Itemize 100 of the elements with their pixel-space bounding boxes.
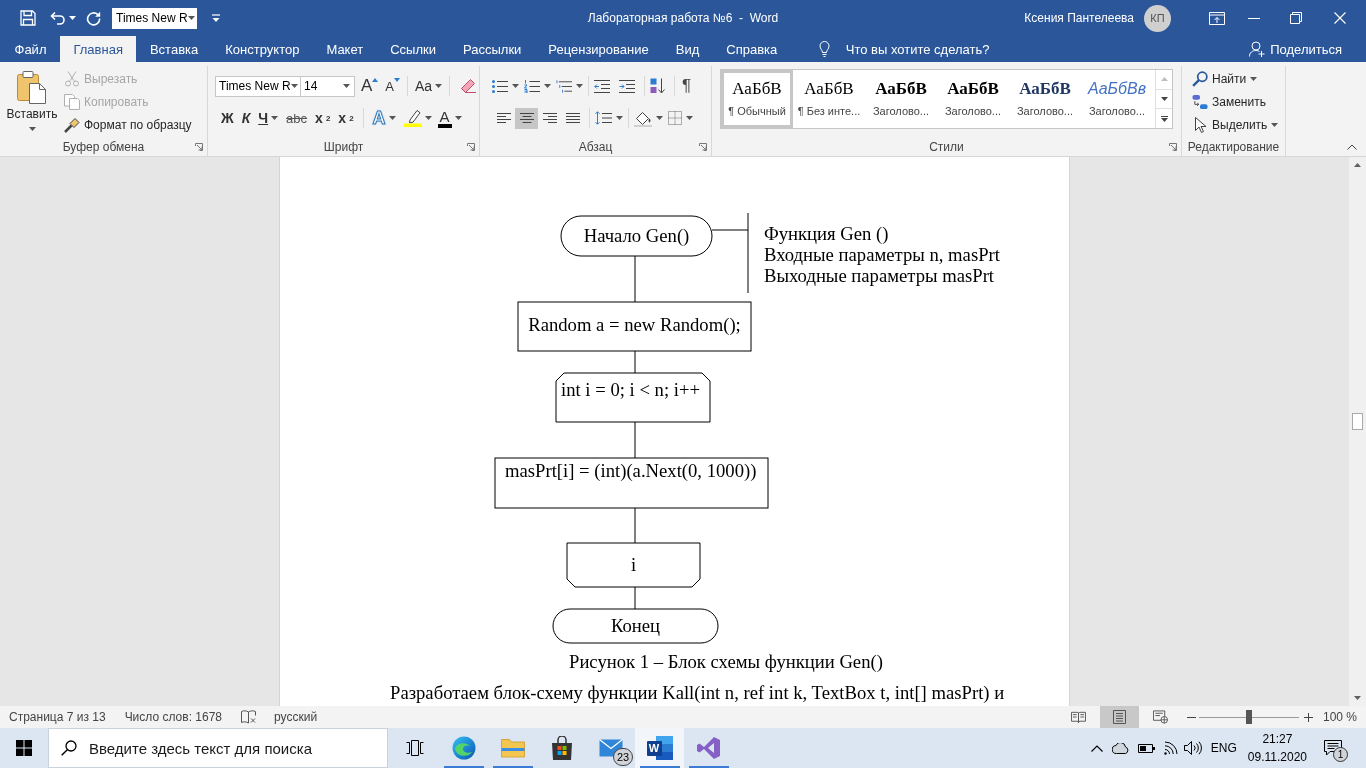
save-icon[interactable] <box>20 10 36 26</box>
ribbon-tab[interactable]: Справка <box>712 36 791 62</box>
ribbon-tab[interactable]: Рассылки <box>449 36 535 62</box>
repeat-icon[interactable] <box>86 10 101 26</box>
style-item[interactable]: АаБбВв Заголово... <box>1081 70 1153 128</box>
windows-logo-icon[interactable] <box>16 740 32 756</box>
zoom-level[interactable]: 100 % <box>1322 710 1357 724</box>
restore-icon[interactable] <box>1290 12 1302 24</box>
group-label: Редактирование <box>1187 140 1280 154</box>
bullet-list-icon[interactable] <box>492 79 508 93</box>
customize-icon[interactable] <box>212 13 220 23</box>
wifi-icon[interactable] <box>1163 741 1178 755</box>
lightbulb-icon[interactable] <box>818 41 830 57</box>
user-name[interactable]: Ксения Пантелеева <box>1024 11 1134 25</box>
align-center-button[interactable] <box>515 107 538 129</box>
scroll-down-icon[interactable] <box>1354 696 1361 700</box>
scrollbar-thumb[interactable] <box>1352 413 1363 430</box>
triangle-up-icon <box>372 78 379 82</box>
dialog-launcher-icon[interactable] <box>195 143 203 151</box>
print-layout-button[interactable] <box>1099 706 1139 728</box>
caret-down-icon[interactable] <box>544 84 551 88</box>
proofing-icon[interactable] <box>241 710 257 724</box>
change-case-button[interactable]: Aa <box>413 75 445 97</box>
word-count[interactable]: Число слов: 1678 <box>124 710 223 724</box>
cloud-icon[interactable] <box>1111 742 1130 754</box>
strikethrough-button[interactable]: abc <box>282 107 312 129</box>
ribbon-tab[interactable]: Вставка <box>136 36 212 62</box>
underline-button[interactable]: Ч <box>254 107 283 129</box>
caret-down-icon[interactable] <box>576 84 583 88</box>
ribbon-tab[interactable]: Рецензирование <box>534 36 663 62</box>
ribbon-tab[interactable]: Макет <box>312 36 377 62</box>
ribbon-tab[interactable]: Вид <box>662 36 713 62</box>
font-color-button[interactable]: A <box>435 107 464 129</box>
ribbon-tab[interactable]: Конструктор <box>211 36 313 62</box>
undo-icon[interactable] <box>50 11 66 25</box>
dialog-launcher-icon[interactable] <box>467 143 475 151</box>
paste-button[interactable]: Вставить <box>4 67 60 138</box>
tell-me-field[interactable]: Что вы хотите сделать? <box>845 36 996 62</box>
replace-button[interactable]: Заменить <box>1190 90 1268 113</box>
font-combobox[interactable]: Times New R <box>112 7 197 29</box>
caret-down-icon[interactable] <box>686 116 693 120</box>
ribbon-tab[interactable]: Файл <box>1 36 60 62</box>
ribbon-tab[interactable]: Главная <box>59 36 137 62</box>
eraser-icon[interactable] <box>459 78 478 94</box>
speaker-icon[interactable] <box>1183 741 1202 755</box>
input-language[interactable]: ENG <box>1210 741 1237 755</box>
dialog-launcher-icon[interactable] <box>1169 143 1177 151</box>
numbered-list-icon[interactable] <box>524 79 540 93</box>
search-field[interactable]: Введите здесь текст для поиска <box>48 728 388 768</box>
paint-bucket-icon[interactable] <box>634 109 652 127</box>
find-button[interactable]: Найти <box>1190 67 1260 90</box>
taskbar-button[interactable]: W <box>635 728 684 768</box>
minimize-icon[interactable] <box>1248 17 1260 19</box>
caret-down-icon[interactable] <box>616 116 623 120</box>
style-item[interactable]: АаБбВ Заголово... <box>1009 70 1081 128</box>
more-styles-icon[interactable] <box>1160 115 1168 122</box>
chevron-up-icon[interactable] <box>1090 744 1103 752</box>
highlighter-icon[interactable] <box>403 109 422 127</box>
collapse-ribbon-icon[interactable] <box>1347 144 1357 150</box>
decrease-indent-icon[interactable] <box>594 79 610 93</box>
notification-icon[interactable] <box>1324 740 1342 756</box>
caret-down-icon[interactable] <box>69 16 76 20</box>
scroll-down-icon[interactable] <box>1160 97 1168 101</box>
dialog-launcher-icon[interactable] <box>699 143 707 151</box>
task-view-icon[interactable] <box>405 740 424 756</box>
battery-icon[interactable] <box>1137 743 1155 753</box>
italic-button[interactable]: К <box>237 107 255 129</box>
user-avatar[interactable]: КП <box>1144 4 1171 32</box>
font-size-combobox[interactable]: 14 <box>300 75 355 97</box>
multilevel-list-icon[interactable] <box>556 79 572 93</box>
style-item[interactable]: АаБбВ Заголово... <box>865 70 937 128</box>
ribbon-tab[interactable]: Ссылки <box>376 36 450 62</box>
style-item[interactable]: АаБбВ Заголово... <box>937 70 1009 128</box>
share-button[interactable]: Поделиться <box>1249 36 1342 62</box>
caret-down-icon[interactable] <box>512 84 519 88</box>
line-spacing-icon[interactable] <box>595 111 612 125</box>
scroll-up-icon[interactable] <box>1354 163 1361 167</box>
superscript-button[interactable]: x$^{2}$ <box>334 107 358 129</box>
select-button[interactable]: Выделить <box>1190 113 1281 136</box>
clock-time[interactable]: 21:27 <box>1262 730 1293 748</box>
clock-date[interactable]: 09.11.2020 <box>1247 748 1307 766</box>
bold-button[interactable]: Ж <box>217 107 238 129</box>
grow-font-button[interactable]: A <box>359 75 381 97</box>
caret-down-icon[interactable] <box>656 116 663 120</box>
page-count[interactable]: Страница 7 из 13 <box>9 710 106 724</box>
sort-icon[interactable] <box>650 78 665 94</box>
show-marks-button[interactable]: ¶ <box>680 75 694 97</box>
format-painter-button[interactable]: Формат по образцу <box>62 113 194 136</box>
shrink-font-button[interactable]: A <box>383 75 402 97</box>
increase-indent-icon[interactable] <box>619 79 635 93</box>
caret-down-icon[interactable] <box>424 116 432 120</box>
style-item[interactable]: АаБбВ ¶ Обычный <box>721 70 793 128</box>
zoom-in-icon[interactable] <box>1303 712 1313 722</box>
taskbar-button[interactable]: 23 <box>586 728 635 768</box>
ribbon-display-options-icon[interactable] <box>1209 11 1225 25</box>
font-name-combobox[interactable]: Times New R <box>215 75 301 97</box>
style-item[interactable]: АаБбВ ¶ Без инте... <box>793 70 865 128</box>
close-icon[interactable] <box>1334 12 1346 24</box>
language-status[interactable]: русский <box>274 710 318 724</box>
zoom-slider-thumb[interactable] <box>1245 710 1252 724</box>
